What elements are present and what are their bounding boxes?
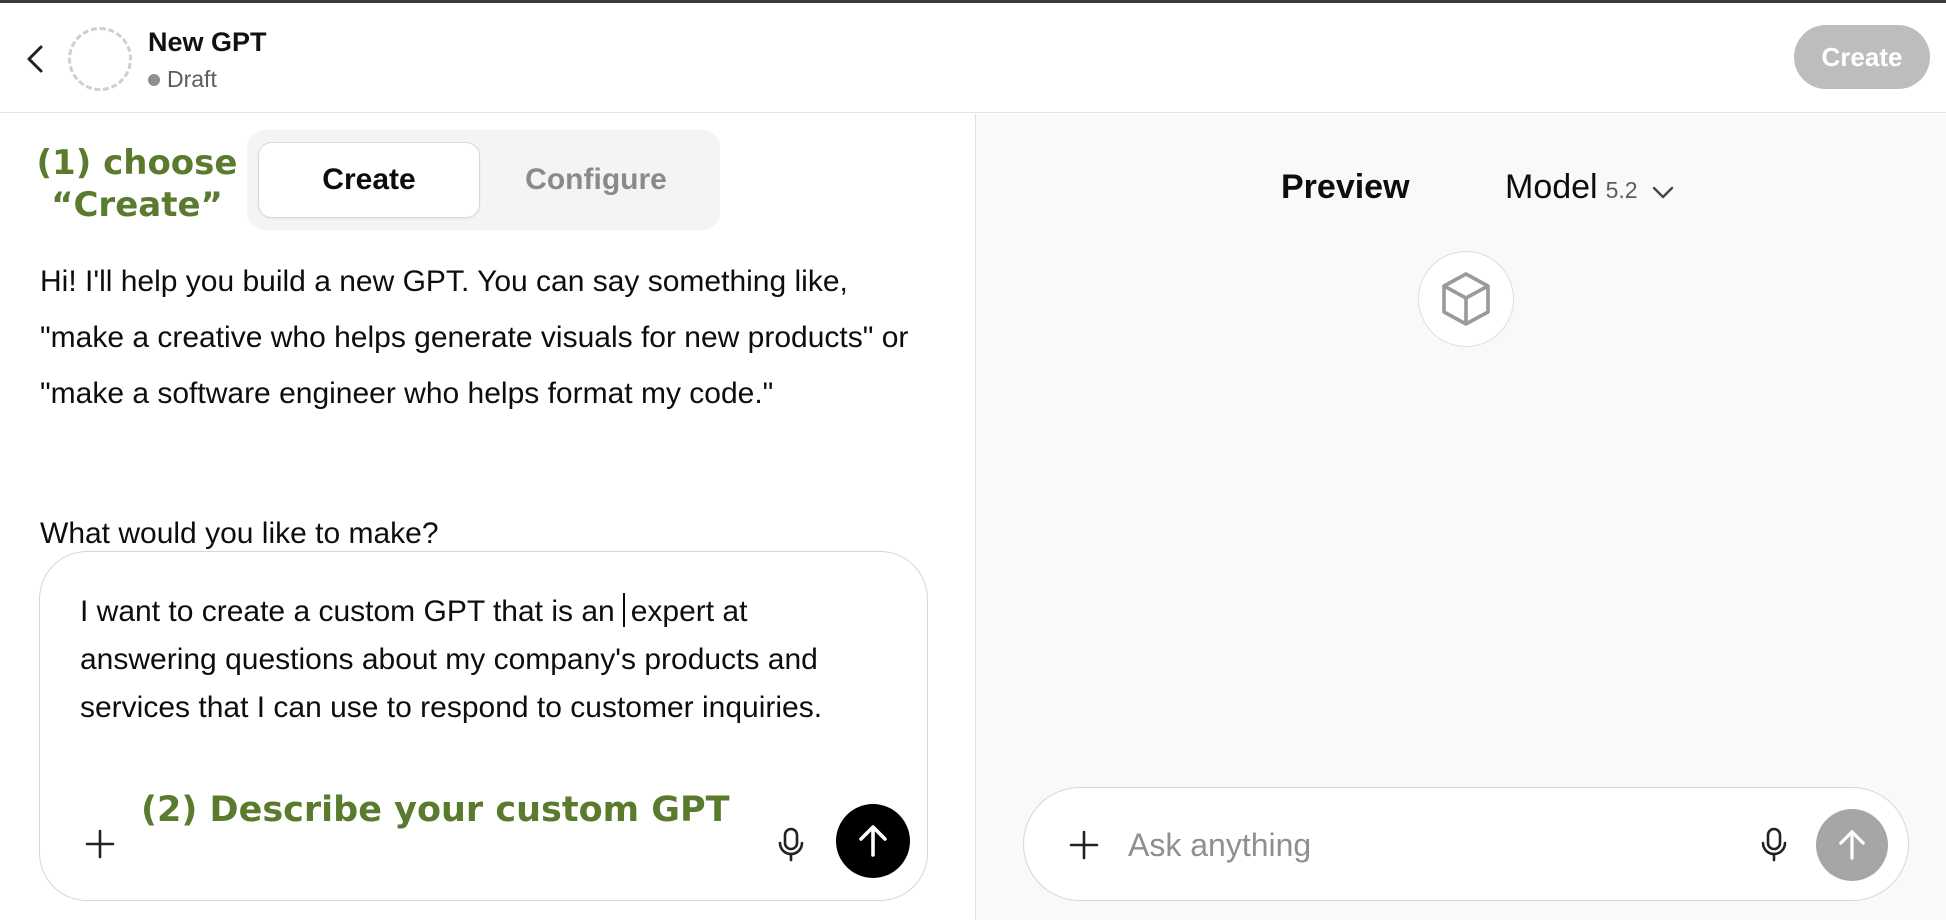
- assistant-question: What would you like to make?: [40, 517, 439, 550]
- mode-tabs: Create Configure: [247, 130, 720, 230]
- model-selector[interactable]: Model 5.2: [1505, 168, 1674, 207]
- attach-button[interactable]: [76, 820, 124, 868]
- preview-attach-button[interactable]: [1060, 821, 1108, 869]
- back-button[interactable]: [18, 37, 52, 81]
- composer-text-before-caret: I want to create a custom GPT that is an: [80, 595, 615, 628]
- chevron-down-icon: [1652, 186, 1673, 199]
- annotation-step-1-line-1: (1) choose: [36, 143, 238, 183]
- create-gpt-button[interactable]: Create: [1794, 25, 1930, 89]
- gpt-title: New GPT: [148, 27, 267, 57]
- preview-panel: Preview Model 5.2: [976, 114, 1946, 920]
- gpt-icon: [1418, 251, 1514, 347]
- builder-composer[interactable]: I want to create a custom GPT that is an…: [39, 551, 928, 901]
- preview-dictate-button[interactable]: [1749, 820, 1799, 870]
- preview-send-button[interactable]: [1816, 809, 1888, 881]
- send-button[interactable]: [836, 804, 910, 878]
- model-version: 5.2: [1605, 177, 1638, 203]
- composer-input[interactable]: I want to create a custom GPT that is an…: [80, 588, 880, 732]
- status-label: Draft: [167, 66, 217, 92]
- plus-icon: [1069, 830, 1099, 860]
- header: New GPT Draft Create: [0, 3, 1946, 113]
- preview-composer[interactable]: [1023, 787, 1909, 901]
- gpt-status: Draft: [148, 66, 217, 93]
- tab-configure[interactable]: Configure: [485, 142, 707, 218]
- plus-icon: [85, 829, 115, 859]
- microphone-icon: [1761, 827, 1787, 862]
- chevron-left-icon: [27, 45, 43, 73]
- annotation-step-2: (2) Describe your custom GPT: [141, 790, 730, 830]
- annotation-step-1-line-2: “Create”: [51, 185, 223, 225]
- tab-create[interactable]: Create: [258, 142, 480, 218]
- gpt-avatar-placeholder[interactable]: [68, 27, 132, 91]
- assistant-intro-message: Hi! I'll help you build a new GPT. You c…: [40, 265, 909, 410]
- cube-icon: [1442, 272, 1490, 326]
- model-label: Model: [1505, 168, 1598, 206]
- preview-title: Preview: [1281, 168, 1410, 206]
- annotation-step-1: (1) choose “Create”: [26, 142, 248, 226]
- microphone-icon: [778, 827, 804, 862]
- ask-anything-input[interactable]: [1128, 818, 1708, 872]
- dictate-button[interactable]: [766, 820, 816, 870]
- arrow-up-icon: [859, 825, 887, 857]
- text-caret: [622, 593, 625, 627]
- arrow-up-icon: [1839, 830, 1865, 860]
- builder-panel: (1) choose “Create” Create Configure Hi!…: [0, 114, 975, 920]
- status-dot-icon: [148, 73, 160, 86]
